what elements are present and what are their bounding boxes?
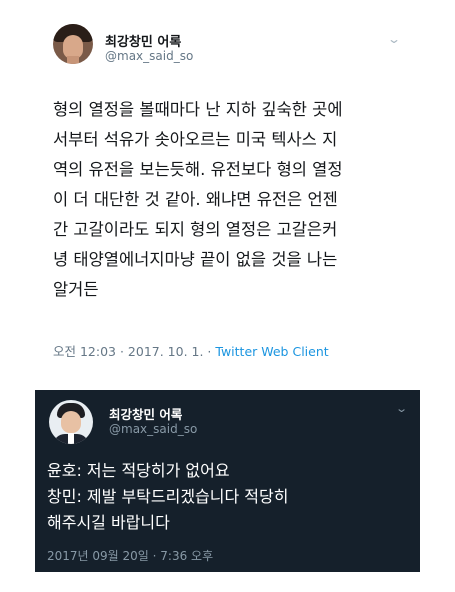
client-link[interactable]: Twitter Web Client — [215, 344, 328, 359]
avatar[interactable] — [53, 24, 93, 64]
timestamp[interactable]: 오전 12:03 · 2017. 10. 1. · — [53, 344, 215, 359]
avatar-neck — [67, 56, 79, 64]
tweet-text-line: 해주시길 바랍니다 — [47, 513, 170, 532]
tweet-text-line: 간 고갈이라도 되지 형의 열정은 고갈은커 — [53, 220, 338, 239]
avatar-shirt — [68, 433, 74, 444]
timestamp[interactable]: 2017년 09월 20일 · 7:36 오후 — [47, 547, 213, 564]
tweet-text-line: 창민: 제발 부탁드리겠습니다 적당히 — [47, 487, 289, 506]
avatar-face — [61, 411, 81, 433]
display-name[interactable]: 최강창민 어록 — [105, 31, 181, 50]
tweet-text-line: 형의 열정을 볼때마다 난 지하 깊숙한 곳에 — [53, 100, 343, 119]
tweet-text-line: 알거든 — [53, 280, 99, 299]
avatar[interactable] — [49, 400, 93, 444]
user-handle[interactable]: @max_said_so — [109, 422, 197, 436]
tweet-text: 윤호: 저는 적당히가 없어요 창민: 제발 부탁드리겠습니다 적당히 해주시길… — [47, 458, 417, 536]
tweet-card-light: 최강창민 어록 @max_said_so ⌄ 형의 열정을 볼때마다 난 지하 … — [35, 0, 420, 380]
tweet-card-dark: 최강창민 어록 @max_said_so ⌄ 윤호: 저는 적당히가 없어요 창… — [35, 390, 420, 572]
tweet-meta: 오전 12:03 · 2017. 10. 1. · Twitter Web Cl… — [53, 341, 329, 360]
chevron-down-icon[interactable]: ⌄ — [387, 32, 401, 46]
tweet-text-line: 녕 태양열에너지마냥 끝이 없을 것을 나는 — [53, 250, 338, 269]
tweet-text-line: 역의 유전을 보는듯해. 유전보다 형의 열정 — [53, 160, 343, 179]
user-handle[interactable]: @max_said_so — [105, 49, 193, 63]
chevron-down-icon[interactable]: ⌄ — [395, 402, 408, 415]
tweet-text-line: 서부터 석유가 솟아오르는 미국 텍사스 지 — [53, 130, 338, 149]
tweet-text: 형의 열정을 볼때마다 난 지하 깊숙한 곳에 서부터 석유가 솟아오르는 미국… — [53, 95, 413, 305]
display-name[interactable]: 최강창민 어록 — [109, 404, 182, 423]
tweet-text-line: 이 더 대단한 것 같아. 왜냐면 유전은 언젠 — [53, 190, 338, 209]
tweet-text-line: 윤호: 저는 적당히가 없어요 — [47, 461, 230, 480]
